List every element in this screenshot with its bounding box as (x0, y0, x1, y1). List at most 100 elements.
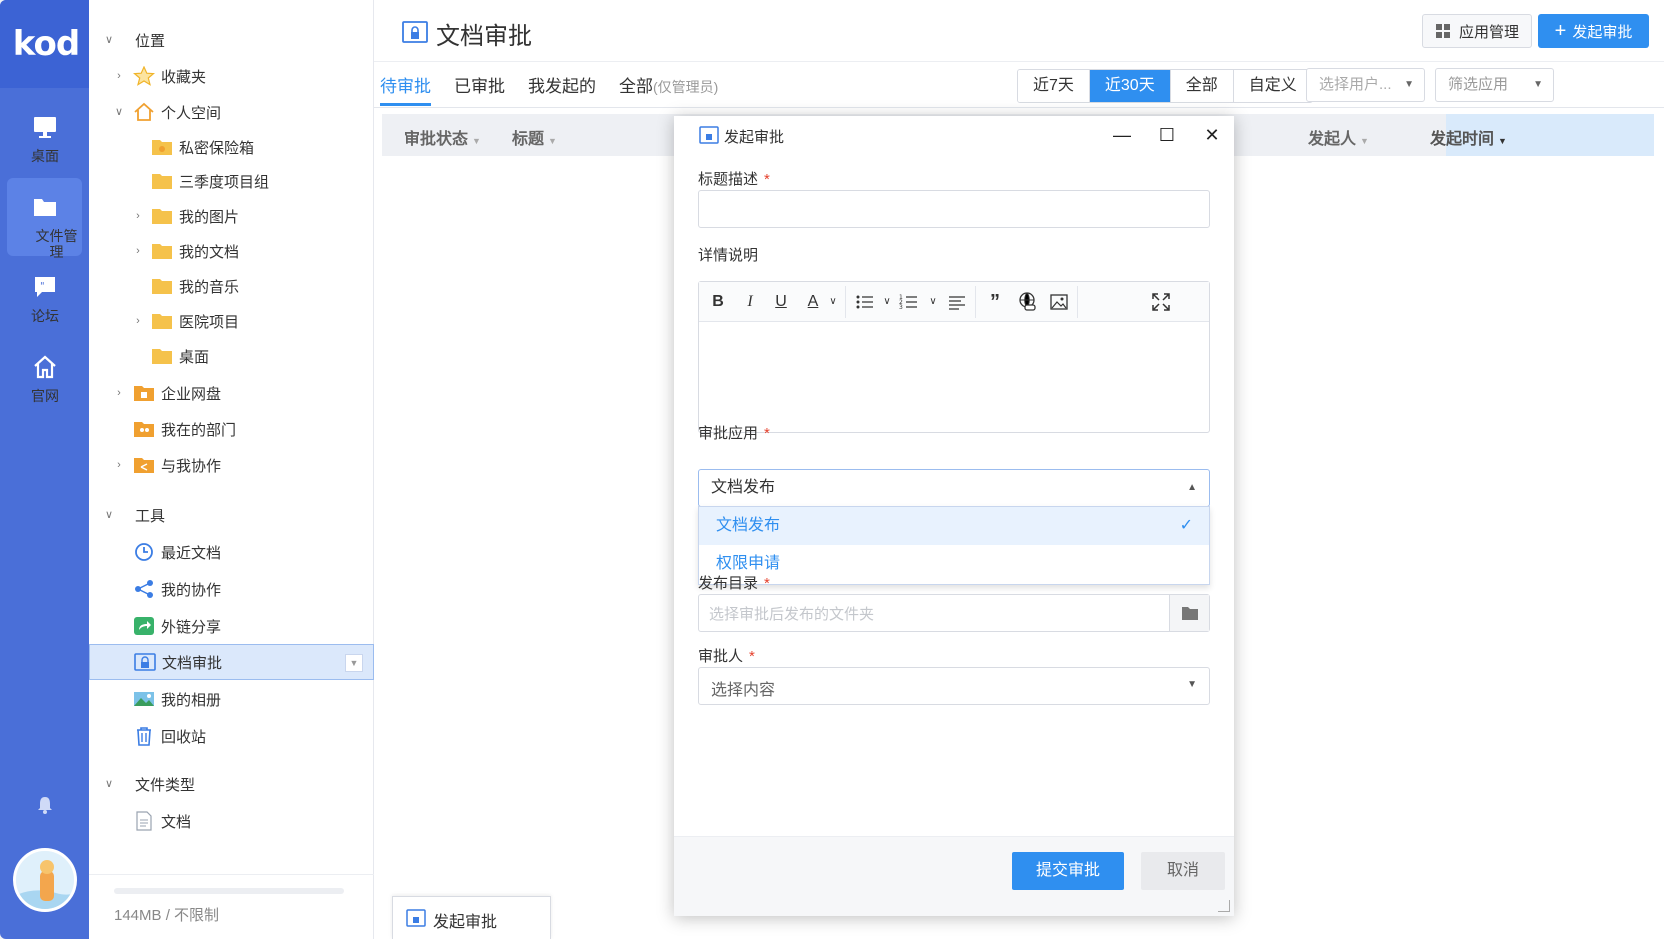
tab-pending[interactable]: 待审批 (380, 72, 431, 106)
rail-item-forum[interactable]: " 论坛 (7, 258, 82, 336)
tree-item-recycle-bin[interactable]: 回收站 (89, 718, 374, 754)
align-icon[interactable] (947, 292, 967, 312)
col-initiated-time[interactable]: 发起时间 ▼ (1430, 125, 1507, 149)
col-status[interactable]: 审批状态 ▼ (404, 125, 481, 149)
tree-section-location[interactable]: ∨ 位置 (89, 22, 374, 58)
tree-item-desktop[interactable]: 桌面 (89, 338, 374, 374)
sort-icon: ▼ (1498, 136, 1507, 146)
rich-text-editor[interactable]: B I U A ∨ ∨ 123 ∨ ” (698, 281, 1210, 433)
bullet-list-icon[interactable] (855, 292, 875, 312)
tree-item-music[interactable]: 我的音乐 (89, 268, 374, 304)
chevron-down-icon[interactable]: ∨ (103, 509, 115, 521)
tree-label: 我的协作 (161, 581, 222, 599)
close-button[interactable]: ✕ (1201, 124, 1223, 146)
cancel-button[interactable]: 取消 (1141, 852, 1225, 890)
document-icon (136, 811, 152, 831)
publish-dir-input[interactable]: 选择审批后发布的文件夹 (698, 594, 1210, 632)
tree-item-my-collab[interactable]: 我的协作 (89, 571, 374, 607)
tree-item-personal-space[interactable]: ∨ 个人空间 (89, 94, 374, 130)
font-color-button[interactable]: A (803, 292, 823, 312)
tree-item-album[interactable]: 我的相册 (89, 681, 374, 717)
link-icon[interactable] (1017, 292, 1037, 312)
tree-section-filetypes[interactable]: ∨ 文件类型 (89, 766, 374, 802)
chevron-right-icon[interactable]: › (113, 70, 125, 82)
approver-select[interactable]: 选择内容 ▼ (698, 667, 1210, 705)
title-input[interactable] (698, 190, 1210, 228)
chevron-right-icon[interactable]: › (132, 315, 144, 327)
col-initiator[interactable]: 发起人 ▼ (1308, 125, 1369, 149)
bell-icon[interactable] (35, 795, 55, 815)
approval-app-select[interactable]: 文档发布 ▲ (698, 469, 1210, 507)
range-30-days[interactable]: 近30天 (1089, 70, 1171, 102)
tab-initiated-by-me[interactable]: 我发起的 (528, 72, 596, 106)
storage-usage-bar (114, 888, 344, 894)
avatar[interactable] (13, 848, 77, 912)
tree-item-documents[interactable]: › 我的文档 (89, 233, 374, 269)
rail-label: 官网 (31, 388, 59, 404)
dialog-header[interactable]: 发起审批 — ☐ ✕ (674, 116, 1234, 154)
chevron-right-icon[interactable]: › (113, 387, 125, 399)
tree-item-q3-project[interactable]: 三季度项目组 (89, 163, 374, 199)
tab-approved[interactable]: 已审批 (454, 72, 505, 106)
numbered-list-icon[interactable]: 123 (899, 292, 919, 312)
field-label-app: 审批应用 * (698, 422, 770, 443)
option-doc-publish[interactable]: 文档发布 ✓ (699, 507, 1209, 545)
bold-button[interactable]: B (709, 292, 727, 312)
tree-item-my-department[interactable]: 我在的部门 (89, 411, 374, 447)
app-rail: kod 桌面 文件管理 " 论坛 官网 (0, 0, 89, 939)
tree-item-shared-with-me[interactable]: › 与我协作 (89, 447, 374, 483)
quote-icon[interactable]: ” (985, 292, 1005, 312)
submit-approval-button[interactable]: 提交审批 (1012, 852, 1124, 890)
col-label: 发起人 (1308, 131, 1357, 148)
chevron-down-icon[interactable]: ∨ (881, 292, 893, 312)
tree-item-favorites[interactable]: › 收藏夹 (89, 58, 374, 94)
tree-item-private-vault[interactable]: 私密保险箱 (89, 129, 374, 165)
tree-item-recent[interactable]: 最近文档 (89, 534, 374, 570)
tree-item-pictures[interactable]: › 我的图片 (89, 198, 374, 234)
app-manage-button[interactable]: 应用管理 (1422, 14, 1532, 48)
fullscreen-icon[interactable] (1151, 292, 1171, 312)
tab-label: 已审批 (454, 77, 505, 96)
tree-item-link-share[interactable]: 外链分享 (89, 608, 374, 644)
option-permission-request[interactable]: 权限申请 (699, 545, 1209, 583)
required-mark: * (749, 648, 755, 665)
chevron-down-icon[interactable]: ∨ (927, 292, 939, 312)
app-filter-select[interactable]: 筛选应用 ▼ (1435, 68, 1554, 102)
rail-item-website[interactable]: 官网 (7, 338, 82, 416)
tree-item-doc-approval[interactable]: 文档审批 ▼ (89, 644, 374, 680)
user-filter-select[interactable]: 选择用户... ▼ (1306, 68, 1425, 102)
maximize-button[interactable]: ☐ (1156, 124, 1178, 146)
share-folder-icon (134, 458, 154, 473)
rail-item-file-manager[interactable]: 文件管理 (7, 178, 82, 260)
chevron-down-icon[interactable]: ∨ (827, 292, 839, 312)
taskbar-window-item[interactable]: 发起审批 (392, 896, 551, 939)
range-all[interactable]: 全部 (1170, 70, 1234, 102)
chevron-right-icon[interactable]: › (113, 459, 125, 471)
tree-item-enterprise[interactable]: › 企业网盘 (89, 375, 374, 411)
minimize-button[interactable]: — (1111, 124, 1133, 146)
chevron-down-icon[interactable]: ∨ (103, 34, 115, 46)
range-7-days[interactable]: 近7天 (1018, 70, 1090, 102)
rail-item-desktop[interactable]: 桌面 (7, 98, 82, 176)
toolbar-separator (1077, 286, 1078, 318)
range-custom[interactable]: 自定义 (1233, 70, 1312, 102)
tab-all[interactable]: 全部(仅管理员) (619, 72, 718, 106)
browse-folder-button[interactable] (1169, 595, 1209, 631)
folder-icon (152, 244, 172, 259)
tree-item-hospital[interactable]: › 医院项目 (89, 303, 374, 339)
resize-grip[interactable] (1218, 900, 1230, 912)
chevron-down-icon[interactable]: ∨ (113, 106, 125, 118)
kod-logo[interactable]: kod (10, 22, 82, 66)
image-icon[interactable] (1049, 292, 1069, 312)
tree-section-tools[interactable]: ∨ 工具 (89, 497, 374, 533)
select-placeholder: 选择用户... (1319, 76, 1392, 93)
italic-button[interactable]: I (741, 292, 759, 312)
tree-item-doc-type[interactable]: 文档 (89, 803, 374, 839)
chevron-right-icon[interactable]: › (132, 210, 144, 222)
chevron-down-icon[interactable]: ∨ (103, 778, 115, 790)
item-menu-dropdown[interactable]: ▼ (345, 654, 363, 672)
new-approval-button[interactable]: + 发起审批 (1538, 14, 1649, 48)
col-title[interactable]: 标题 ▼ (512, 125, 557, 149)
underline-button[interactable]: U (772, 292, 790, 312)
chevron-right-icon[interactable]: › (132, 245, 144, 257)
